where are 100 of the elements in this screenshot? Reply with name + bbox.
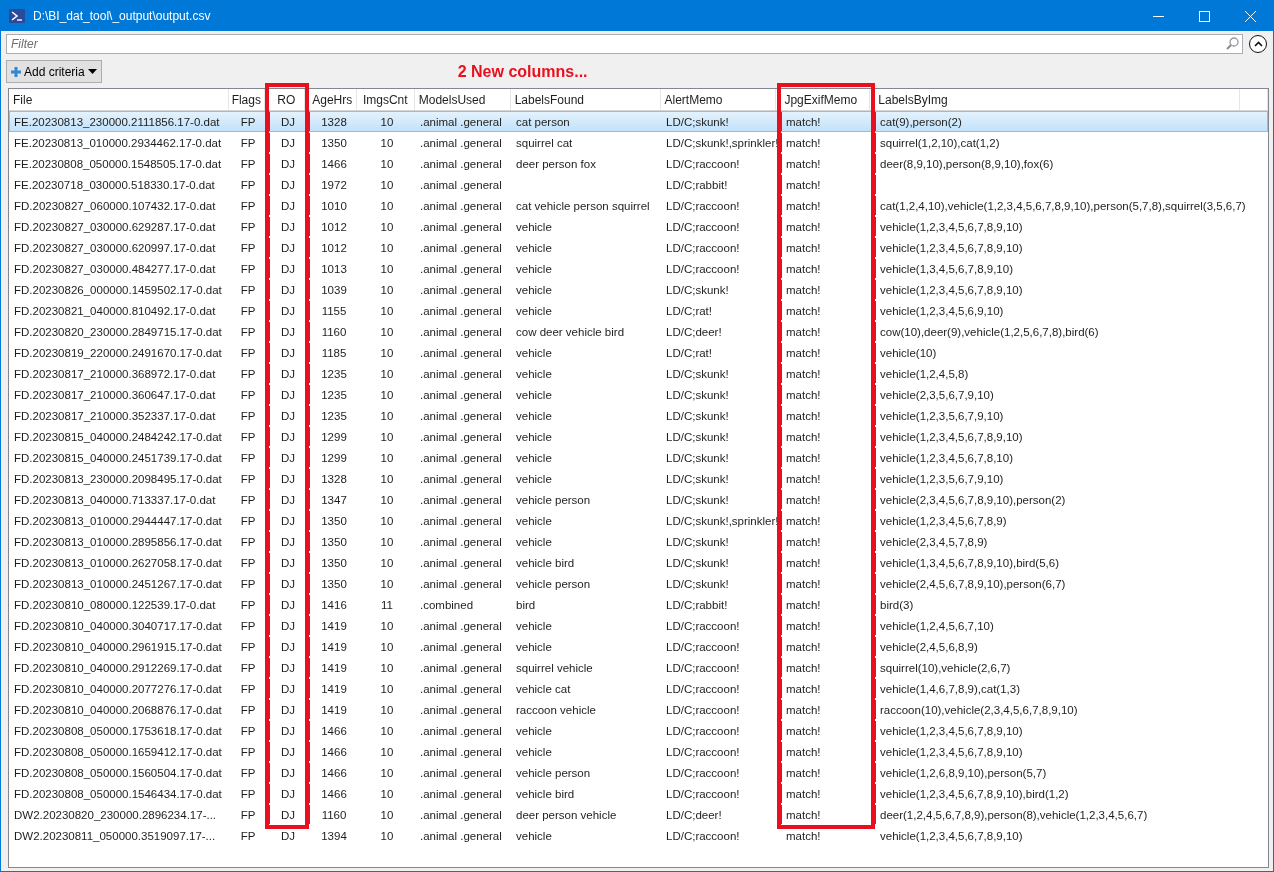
table-cell-text: 10 <box>379 534 395 550</box>
table-row[interactable]: FD.20230808_050000.1560504.17-0.dat FP DJ 1466 10 .animal .general vehicle person LD/C;raccoon! match! vehicle(1,2,6,8,9,10),person(5,7) <box>9 762 1268 783</box>
table-cell-text: match! <box>785 240 822 256</box>
table-cell-text: LD/C;raccoon! <box>665 219 741 235</box>
table-cell-text: .combined <box>419 597 475 613</box>
table-cell-text: deer person vehicle <box>515 807 618 823</box>
table-cell-text: 1466 <box>320 744 348 760</box>
table-row[interactable]: FD.20230813_010000.2944447.17-0.dat FP DJ 1350 10 .animal .general vehicle LD/C;skunk!,sprinkler! match! vehicle(1,2,3,4,5,6,7,8,9) <box>9 510 1268 531</box>
table-row[interactable]: FD.20230810_040000.3040717.17-0.dat FP DJ 1419 10 .animal .general vehicle LD/C;raccoon! match! vehicle(1,2,4,5,6,7,10) <box>9 615 1268 636</box>
table-row[interactable]: FE.20230808_050000.1548505.17-0.dat FP DJ 1466 10 .animal .general deer person fox LD/C;raccoon! match! deer(8,9,10),person(8,9,10),fox(6) <box>9 153 1268 174</box>
table-cell-text: 10 <box>379 450 395 466</box>
table-cell-text: LD/C;skunk! <box>665 366 730 382</box>
table-row[interactable]: DW2.20230811_050000.3519097.17-... FP DJ 1394 10 .animal .general vehicle LD/C;raccoon! match! vehicle(1,2,3,4,5,6,7,8,9,10) <box>9 825 1268 846</box>
table-cell-text: match! <box>785 828 822 844</box>
table-cell-text: match! <box>785 513 822 529</box>
table-row[interactable]: FD.20230808_050000.1659412.17-0.dat FP DJ 1466 10 .animal .general vehicle LD/C;raccoon! match! vehicle(1,2,3,4,5,6,7,8,9,10) <box>9 741 1268 762</box>
table-row[interactable]: FD.20230810_080000.122539.17-0.dat FP DJ 1416 11 .combined bird LD/C;rabbit! match! bird(3) <box>9 594 1268 615</box>
table-cell-text: 1350 <box>320 555 348 571</box>
table-row[interactable]: FE.20230813_010000.2934462.17-0.dat FP DJ 1350 10 .animal .general squirrel cat LD/C;skunk!,sprinkler! match! squirrel(1,2,10),cat(1,2) <box>9 132 1268 153</box>
close-icon <box>1244 10 1256 22</box>
table-cell-text: .animal .general <box>419 786 503 802</box>
filter-field[interactable]: Filter <box>6 34 1243 54</box>
table-cell-text: FP <box>239 597 257 613</box>
table-row[interactable]: FD.20230827_030000.484277.17-0.dat FP DJ 1013 10 .animal .general vehicle LD/C;raccoon! match! vehicle(1,3,4,5,6,7,8,9,10) <box>9 258 1268 279</box>
table-cell-text: match! <box>785 576 822 592</box>
table-cell-text: vehicle <box>515 534 553 550</box>
table-cell-text: FD.20230827_030000.629287.17-0.dat <box>13 219 217 235</box>
table-row[interactable]: FD.20230810_040000.2961915.17-0.dat FP DJ 1419 10 .animal .general vehicle LD/C;raccoon! match! vehicle(2,4,5,6,8,9) <box>9 636 1268 657</box>
table-cell-text: vehicle(1,4,6,7,8,9),cat(1,3) <box>879 681 1021 697</box>
table-row[interactable]: FD.20230827_030000.629287.17-0.dat FP DJ 1012 10 .animal .general vehicle LD/C;raccoon! match! vehicle(1,2,3,4,5,6,7,8,9,10) <box>9 216 1268 237</box>
table-row[interactable]: FD.20230826_000000.1459502.17-0.dat FP DJ 1039 10 .animal .general vehicle LD/C;skunk! match! vehicle(1,2,3,4,5,6,7,8,9,10) <box>9 279 1268 300</box>
table-row[interactable]: FD.20230817_210000.352337.17-0.dat FP DJ 1235 10 .animal .general vehicle LD/C;skunk! match! vehicle(1,2,3,5,6,7,9,10) <box>9 405 1268 426</box>
table-cell-text: FD.20230813_010000.2944447.17-0.dat <box>13 513 223 529</box>
table-cell-text: FP <box>239 156 257 172</box>
table-cell-text: 10 <box>379 261 395 277</box>
table-cell-text: FE.20230813_010000.2934462.17-0.dat <box>13 135 223 151</box>
table-cell-text: DJ <box>279 786 297 802</box>
table-row[interactable]: FD.20230808_050000.1546434.17-0.dat FP DJ 1466 10 .animal .general vehicle bird LD/C;raccoon! match! vehicle(1,2,3,4,5,6,7,8,9,10),bird(1,2) <box>9 783 1268 804</box>
table-row[interactable]: FD.20230810_040000.2077276.17-0.dat FP DJ 1419 10 .animal .general vehicle cat LD/C;raccoon! match! vehicle(1,4,6,7,8,9),cat(1,3) <box>9 678 1268 699</box>
table-cell-text: match! <box>785 303 822 319</box>
table-cell-text: DJ <box>279 240 297 256</box>
table-cell-text: vehicle cat <box>515 681 572 697</box>
table-row[interactable]: FD.20230817_210000.360647.17-0.dat FP DJ 1235 10 .animal .general vehicle LD/C;skunk! match! vehicle(2,3,5,6,7,9,10) <box>9 384 1268 405</box>
table-row[interactable]: FD.20230817_210000.368972.17-0.dat FP DJ 1235 10 .animal .general vehicle LD/C;skunk! match! vehicle(1,2,4,5,8) <box>9 363 1268 384</box>
table-cell-text: vehicle(1,2,3,5,6,7,9,10) <box>879 408 1005 424</box>
table-cell-text: 10 <box>379 807 395 823</box>
table-row[interactable]: FD.20230827_060000.107432.17-0.dat FP DJ 1010 10 .animal .general cat vehicle person squirrel LD/C;raccoon! match! cat(1,2,4,10),vehicle(1,2,3,4,5,6,7,8,9,10),person(5,7,8),squirrel(3,5,6,7) <box>9 195 1268 216</box>
table-cell-text: 10 <box>379 723 395 739</box>
table-row[interactable]: FD.20230813_040000.713337.17-0.dat FP DJ 1347 10 .animal .general vehicle person LD/C;skunk! match! vehicle(2,3,4,5,6,7,8,9,10),person(2) <box>9 489 1268 510</box>
table-cell-text: DJ <box>279 744 297 760</box>
table-cell-text: vehicle(2,4,5,6,8,9) <box>879 639 979 655</box>
table-cell-text: vehicle(1,2,6,8,9,10),person(5,7) <box>879 765 1048 781</box>
table-row[interactable]: FD.20230815_040000.2484242.17-0.dat FP DJ 1299 10 .animal .general vehicle LD/C;skunk! match! vehicle(1,2,3,4,5,6,7,8,9,10) <box>9 426 1268 447</box>
table-row[interactable]: FD.20230810_040000.2068876.17-0.dat FP DJ 1419 10 .animal .general raccoon vehicle LD/C;raccoon! match! raccoon(10),vehicle(2,3,4,5,6,7,8,9,10) <box>9 699 1268 720</box>
table-cell-text: match! <box>785 534 822 550</box>
table-cell-text: FD.20230813_040000.713337.17-0.dat <box>13 492 217 508</box>
table-cell-text: 1347 <box>320 492 348 508</box>
table-cell-text: DJ <box>279 513 297 529</box>
table-row[interactable]: FD.20230813_230000.2098495.17-0.dat FP DJ 1328 10 .animal .general vehicle LD/C;skunk! match! vehicle(1,2,3,5,6,7,9,10) <box>9 468 1268 489</box>
table-cell-text: vehicle <box>515 828 553 844</box>
table-row[interactable]: FD.20230819_220000.2491670.17-0.dat FP DJ 1185 10 .animal .general vehicle LD/C;rat! match! vehicle(10) <box>9 342 1268 363</box>
table-row[interactable]: FD.20230813_010000.2895856.17-0.dat FP DJ 1350 10 .animal .general vehicle LD/C;skunk! match! vehicle(2,3,4,5,7,8,9) <box>9 531 1268 552</box>
table-cell-text: match! <box>785 807 822 823</box>
table-cell-text: 10 <box>379 240 395 256</box>
table-cell-text: FP <box>239 450 257 466</box>
table-cell-text: .animal .general <box>419 366 503 382</box>
table-cell-text: .animal .general <box>419 261 503 277</box>
selected-row[interactable]: FE.20230813_230000.2111856.17-0.dat FP DJ 1328 10 .animal .general cat person LD/C;skunk! match! cat(9),person(2) <box>9 111 1268 132</box>
table-row[interactable]: FD.20230813_010000.2627058.17-0.dat FP DJ 1350 10 .animal .general vehicle bird LD/C;skunk! match! vehicle(1,3,4,5,6,7,8,9,10),bird(5,6) <box>9 552 1268 573</box>
table-cell-text: vehicle <box>515 618 553 634</box>
table-cell-text: .animal .general <box>419 177 503 193</box>
table-row[interactable]: FD.20230815_040000.2451739.17-0.dat FP DJ 1299 10 .animal .general vehicle LD/C;skunk! match! vehicle(1,2,3,4,5,6,7,8,10) <box>9 447 1268 468</box>
table-cell-text: match! <box>785 366 822 382</box>
table-row[interactable]: FD.20230813_010000.2451267.17-0.dat FP DJ 1350 10 .animal .general vehicle person LD/C;skunk! match! vehicle(2,4,5,6,7,8,9,10),person(6,7) <box>9 573 1268 594</box>
table-cell-text: FD.20230810_080000.122539.17-0.dat <box>13 597 217 613</box>
table-cell-text: 10 <box>379 345 395 361</box>
table-cell-text: LD/C;rat! <box>665 345 713 361</box>
table-cell-text: FP <box>239 324 257 340</box>
table-cell-text: LD/C;deer! <box>665 807 723 823</box>
table-cell-text: LD/C;raccoon! <box>665 681 741 697</box>
table-cell-text: vehicle(1,2,3,4,5,6,7,8,9,10) <box>879 723 1024 739</box>
table-cell-text: FD.20230810_040000.2068876.17-0.dat <box>13 702 223 718</box>
table-cell-text: 10 <box>379 618 395 634</box>
table-row[interactable]: DW2.20230820_230000.2896234.17-... FP DJ 1160 10 .animal .general deer person vehicle LD/C;deer! match! deer(1,2,4,5,6,7,8,9),person(8),vehicle(1,2,3,4,5,6,7) <box>9 804 1268 825</box>
table-cell-text: .animal .general <box>419 219 503 235</box>
table-row[interactable]: FD.20230820_230000.2849715.17-0.dat FP DJ 1160 10 .animal .general cow deer vehicle bird LD/C;deer! match! cow(10),deer(9),vehicle(1,2,5,6,7,8),bird(6) <box>9 321 1268 342</box>
table-cell-text: .animal .general <box>419 744 503 760</box>
add-criteria-button[interactable]: Add criteria <box>6 60 102 83</box>
table-cell-text: FD.20230810_040000.2961915.17-0.dat <box>13 639 223 655</box>
table-cell-text: DW2.20230811_050000.3519097.17-... <box>13 828 217 844</box>
table-cell-text: deer person fox <box>515 156 597 172</box>
table-cell-text: vehicle <box>515 639 553 655</box>
table-row[interactable]: FD.20230808_050000.1753618.17-0.dat FP DJ 1466 10 .animal .general vehicle LD/C;raccoon! match! vehicle(1,2,3,4,5,6,7,8,9,10) <box>9 720 1268 741</box>
table-row[interactable]: FD.20230827_030000.620997.17-0.dat FP DJ 1012 10 .animal .general vehicle LD/C;raccoon! match! vehicle(1,2,3,4,5,6,7,8,9,10) <box>9 237 1268 258</box>
table-row[interactable]: FD.20230821_040000.810492.17-0.dat FP DJ 1155 10 .animal .general vehicle LD/C;rat! match! vehicle(1,2,3,4,5,6,9,10) <box>9 300 1268 321</box>
table-row[interactable]: FE.20230718_030000.518330.17-0.dat FP DJ 1972 10 .animal .general LD/C;rabbit! match! <box>9 174 1268 195</box>
table-row[interactable]: FD.20230810_040000.2912269.17-0.dat FP DJ 1419 10 .animal .general squirrel vehicle LD/C;raccoon! match! squirrel(10),vehicle(2,6,7) <box>9 657 1268 678</box>
table-cell-text: FP <box>239 618 257 634</box>
collapse-button[interactable] <box>1249 35 1267 53</box>
table-cell-text: squirrel(10),vehicle(2,6,7) <box>879 660 1012 676</box>
